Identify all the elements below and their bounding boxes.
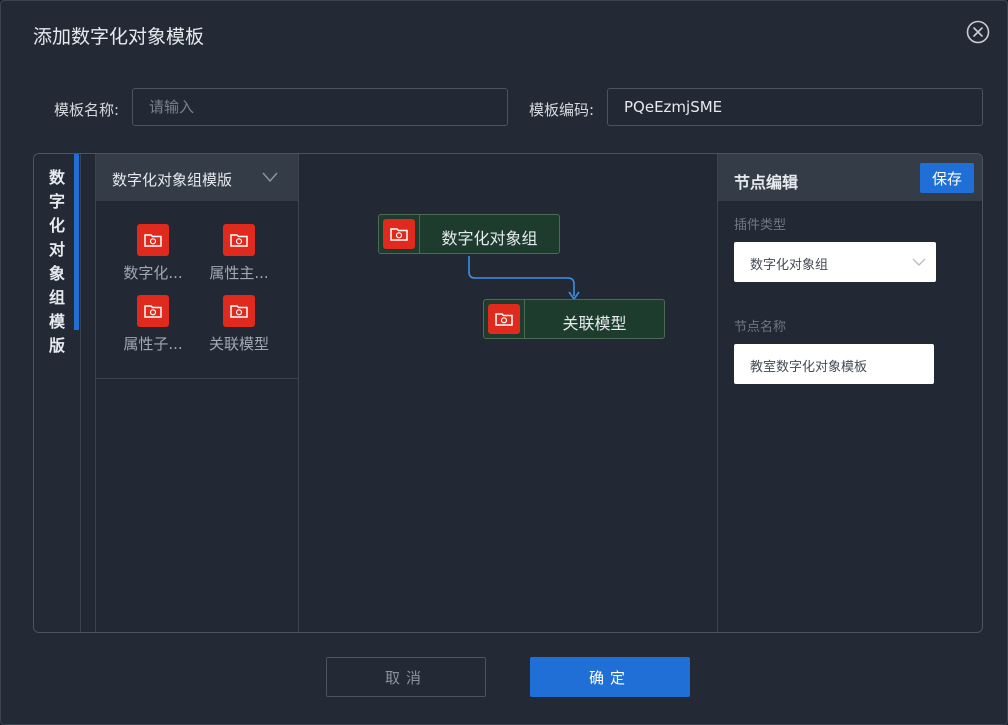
library-header-title: 数字化对象组模版 bbox=[112, 171, 233, 189]
close-icon[interactable] bbox=[966, 20, 990, 44]
node-name-label: 节点名称 bbox=[734, 320, 787, 335]
library-item[interactable]: 数字化... bbox=[113, 224, 193, 283]
folder-refresh-icon bbox=[137, 224, 169, 256]
vertical-tab-active-indicator bbox=[74, 154, 79, 330]
folder-refresh-icon bbox=[383, 219, 415, 249]
node-editor-title: 节点编辑 bbox=[734, 173, 799, 192]
node-name-input[interactable]: 教室数字化对象模板 bbox=[734, 344, 934, 384]
template-code-input[interactable]: PQeEzmjSME bbox=[607, 88, 983, 126]
template-editor-panel: 数字化对象组模版 数字化对象组模版 数字化... 属性主... 属性子... 关… bbox=[33, 153, 983, 633]
component-library: 数字化对象组模版 数字化... 属性主... 属性子... 关联模型 bbox=[95, 154, 299, 632]
add-template-dialog: 添加数字化对象模板 模板名称: 模板编码: PQeEzmjSME 数字化对象组模… bbox=[0, 0, 1008, 725]
template-code-label: 模板编码: bbox=[529, 101, 595, 119]
folder-refresh-icon bbox=[488, 304, 520, 334]
template-name-input[interactable] bbox=[132, 88, 508, 126]
dialog-title: 添加数字化对象模板 bbox=[33, 26, 205, 48]
node-editor-header: 节点编辑 保存 bbox=[718, 154, 982, 201]
chevron-down-icon[interactable] bbox=[262, 171, 278, 183]
library-item[interactable]: 属性子... bbox=[113, 295, 193, 354]
node-name-value: 教室数字化对象模板 bbox=[750, 360, 868, 375]
node-editor: 节点编辑 保存 插件类型 数字化对象组 节点名称 教室数字化对象模板 bbox=[717, 154, 982, 632]
library-divider bbox=[96, 378, 298, 379]
library-item[interactable]: 关联模型 bbox=[199, 295, 279, 354]
library-item-label: 关联模型 bbox=[208, 335, 269, 353]
library-header[interactable]: 数字化对象组模版 bbox=[96, 154, 298, 201]
flow-node[interactable]: 关联模型 bbox=[483, 299, 665, 339]
plugin-type-value: 数字化对象组 bbox=[750, 258, 829, 273]
flow-node-label: 数字化对象组 bbox=[441, 229, 538, 248]
library-item-label: 属性主... bbox=[209, 264, 269, 282]
folder-refresh-icon bbox=[223, 224, 255, 256]
flow-node[interactable]: 数字化对象组 bbox=[378, 214, 560, 254]
folder-refresh-icon bbox=[137, 295, 169, 327]
library-item[interactable]: 属性主... bbox=[199, 224, 279, 283]
flow-canvas[interactable]: 数字化对象组 关联模型 bbox=[298, 154, 717, 632]
template-name-label: 模板名称: bbox=[54, 101, 120, 119]
plugin-type-label: 插件类型 bbox=[734, 218, 787, 233]
library-item-label: 数字化... bbox=[123, 264, 183, 282]
folder-refresh-icon bbox=[223, 295, 255, 327]
confirm-button[interactable]: 确定 bbox=[530, 657, 690, 697]
plugin-type-select[interactable]: 数字化对象组 bbox=[734, 242, 936, 282]
vertical-tab-label: 数字化对象组模版 bbox=[48, 168, 65, 355]
library-item-label: 属性子... bbox=[123, 335, 183, 353]
chevron-down-icon bbox=[912, 258, 926, 266]
vertical-tab[interactable]: 数字化对象组模版 bbox=[34, 154, 81, 632]
save-button[interactable]: 保存 bbox=[920, 163, 974, 193]
cancel-button[interactable]: 取消 bbox=[326, 657, 486, 697]
flow-node-label: 关联模型 bbox=[562, 314, 627, 333]
